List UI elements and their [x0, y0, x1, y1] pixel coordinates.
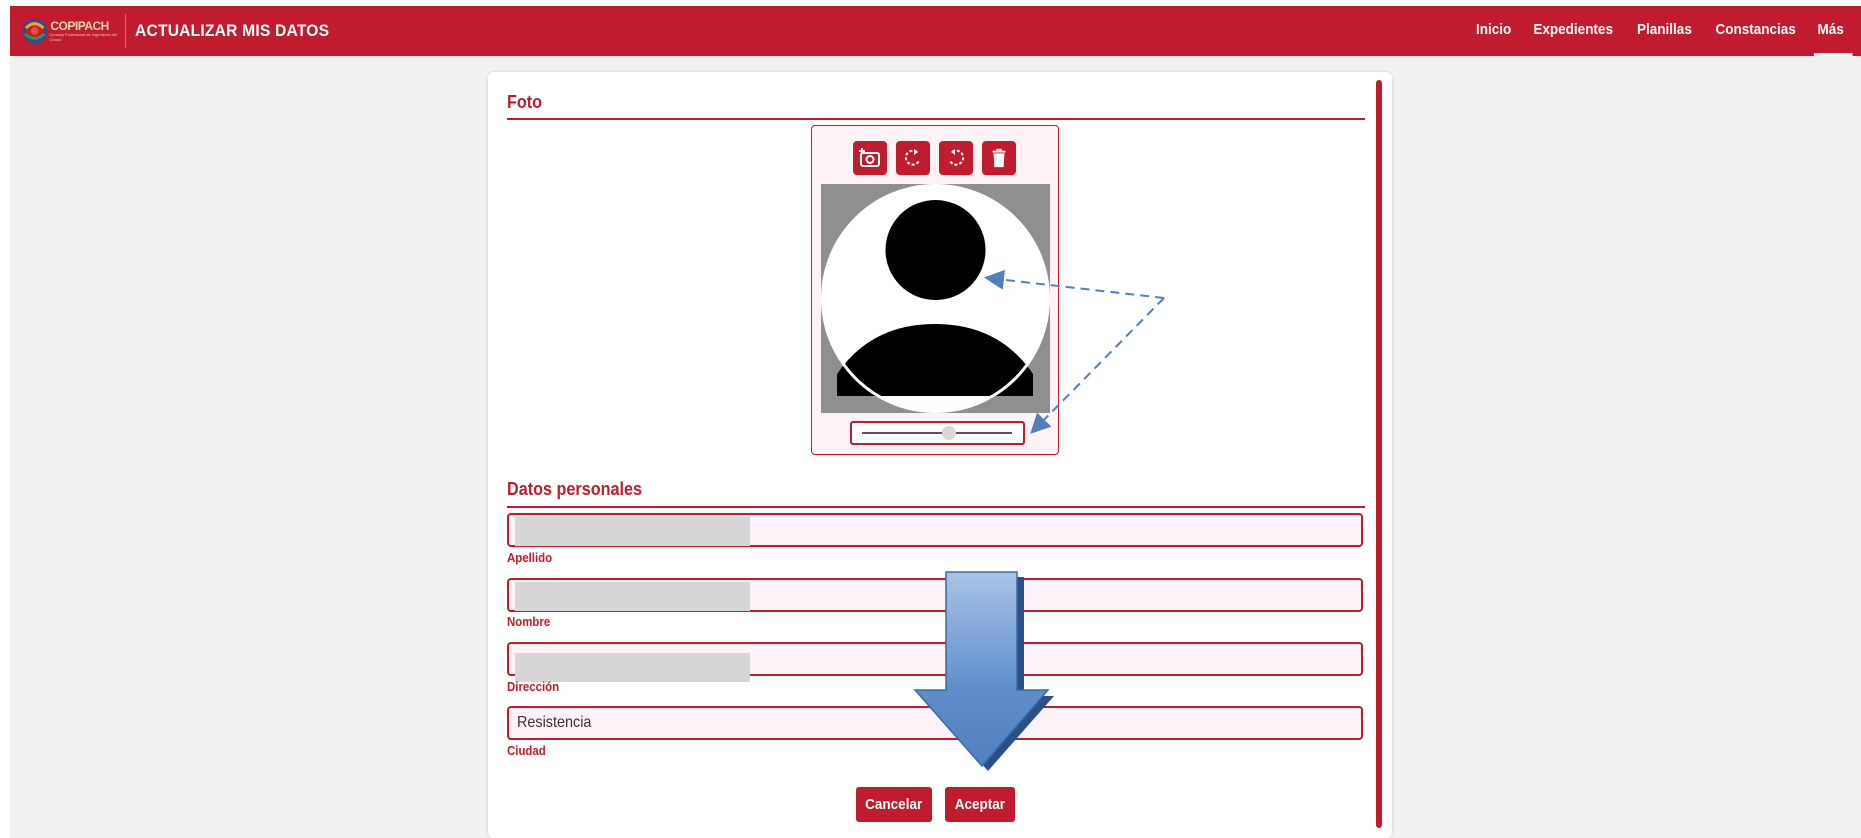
zoom-slider-track: [862, 432, 1012, 434]
logo-subtitle: Consejo Profesional de Ingenieros del Ch…: [49, 32, 117, 42]
redacted-value: [515, 653, 750, 682]
main-nav: Inicio Expedientes Planillas Constancias…: [1474, 6, 1861, 56]
add-photo-button[interactable]: [853, 141, 887, 175]
cancel-button[interactable]: Cancelar: [856, 787, 932, 822]
photo-crop-area[interactable]: [821, 184, 1050, 413]
direccion-label: Dirección: [507, 679, 560, 694]
nav-expedientes[interactable]: Expedientes: [1534, 6, 1614, 56]
nav-inicio[interactable]: Inicio: [1476, 6, 1511, 56]
logo-emblem-icon: [22, 18, 47, 44]
top-bar: COPIPACH Consejo Profesional de Ingenier…: [10, 6, 1861, 56]
zoom-slider[interactable]: [850, 421, 1025, 445]
nombre-label: Nombre: [507, 614, 551, 629]
rotate-right-button[interactable]: [896, 141, 930, 175]
section-title-datos-personales: Datos personales: [507, 479, 643, 499]
logo-divider: [125, 14, 126, 48]
zoom-slider-thumb[interactable]: [942, 426, 956, 440]
scrollbar[interactable]: [1376, 80, 1382, 828]
redacted-value: [515, 582, 750, 611]
nav-constancias[interactable]: Constancias: [1715, 6, 1795, 56]
rotate-left-icon: [949, 149, 965, 166]
redacted-value: [515, 517, 750, 546]
accept-button[interactable]: Aceptar: [945, 787, 1015, 822]
apellido-label: Apellido: [507, 550, 553, 565]
avatar-placeholder-icon: [821, 184, 1050, 413]
nav-mas[interactable]: Más: [1813, 6, 1853, 56]
page-title: ACTUALIZAR MIS DATOS: [135, 21, 330, 40]
rotate-left-button[interactable]: [939, 141, 973, 175]
section-divider: [507, 118, 1365, 120]
ciudad-input[interactable]: Resistencia: [507, 706, 1363, 740]
logo-text: COPIPACH: [50, 19, 109, 33]
nav-planillas[interactable]: Planillas: [1637, 6, 1692, 56]
section-title-foto: Foto: [507, 92, 543, 112]
camera-add-icon: [859, 148, 880, 167]
section-divider: [507, 506, 1365, 508]
ciudad-label: Ciudad: [507, 743, 546, 758]
trash-icon: [992, 148, 1006, 168]
copipach-logo[interactable]: COPIPACH Consejo Profesional de Ingenier…: [20, 14, 128, 48]
rotate-right-icon: [904, 149, 920, 166]
delete-photo-button[interactable]: [982, 141, 1016, 175]
